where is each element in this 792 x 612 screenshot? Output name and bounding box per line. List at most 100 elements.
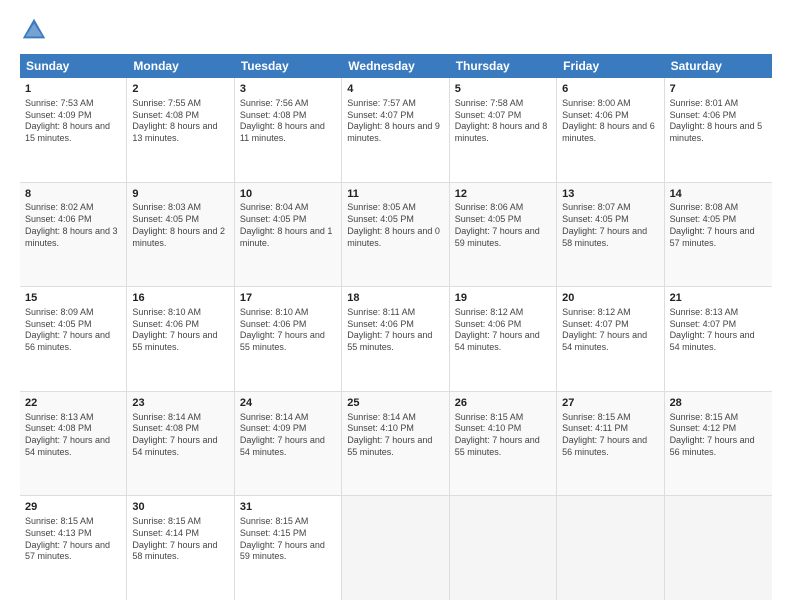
- day-info: Sunrise: 8:15 AMSunset: 4:13 PMDaylight:…: [25, 516, 121, 563]
- calendar-cell: 6Sunrise: 8:00 AMSunset: 4:06 PMDaylight…: [557, 78, 664, 182]
- calendar-cell: 16Sunrise: 8:10 AMSunset: 4:06 PMDayligh…: [127, 287, 234, 391]
- week-row-4: 22Sunrise: 8:13 AMSunset: 4:08 PMDayligh…: [20, 392, 772, 497]
- day-info: Sunrise: 8:06 AMSunset: 4:05 PMDaylight:…: [455, 202, 551, 249]
- day-number: 7: [670, 82, 767, 97]
- calendar-cell: 28Sunrise: 8:15 AMSunset: 4:12 PMDayligh…: [665, 392, 772, 496]
- header: [20, 16, 772, 44]
- day-info: Sunrise: 7:58 AMSunset: 4:07 PMDaylight:…: [455, 98, 551, 145]
- day-info: Sunrise: 8:04 AMSunset: 4:05 PMDaylight:…: [240, 202, 336, 249]
- calendar-cell: 25Sunrise: 8:14 AMSunset: 4:10 PMDayligh…: [342, 392, 449, 496]
- day-info: Sunrise: 8:13 AMSunset: 4:08 PMDaylight:…: [25, 412, 121, 459]
- calendar-cell: 29Sunrise: 8:15 AMSunset: 4:13 PMDayligh…: [20, 496, 127, 600]
- week-row-1: 1Sunrise: 7:53 AMSunset: 4:09 PMDaylight…: [20, 78, 772, 183]
- header-day-saturday: Saturday: [665, 54, 772, 78]
- week-row-3: 15Sunrise: 8:09 AMSunset: 4:05 PMDayligh…: [20, 287, 772, 392]
- day-number: 15: [25, 291, 121, 306]
- calendar-cell: 14Sunrise: 8:08 AMSunset: 4:05 PMDayligh…: [665, 183, 772, 287]
- day-number: 20: [562, 291, 658, 306]
- day-info: Sunrise: 8:03 AMSunset: 4:05 PMDaylight:…: [132, 202, 228, 249]
- day-info: Sunrise: 8:02 AMSunset: 4:06 PMDaylight:…: [25, 202, 121, 249]
- day-number: 4: [347, 82, 443, 97]
- day-number: 3: [240, 82, 336, 97]
- calendar-cell: 22Sunrise: 8:13 AMSunset: 4:08 PMDayligh…: [20, 392, 127, 496]
- logo-icon: [20, 16, 48, 44]
- day-info: Sunrise: 8:12 AMSunset: 4:07 PMDaylight:…: [562, 307, 658, 354]
- calendar: SundayMondayTuesdayWednesdayThursdayFrid…: [20, 54, 772, 600]
- calendar-cell: 10Sunrise: 8:04 AMSunset: 4:05 PMDayligh…: [235, 183, 342, 287]
- calendar-cell: [557, 496, 664, 600]
- day-number: 29: [25, 500, 121, 515]
- calendar-cell: 24Sunrise: 8:14 AMSunset: 4:09 PMDayligh…: [235, 392, 342, 496]
- week-row-5: 29Sunrise: 8:15 AMSunset: 4:13 PMDayligh…: [20, 496, 772, 600]
- day-number: 13: [562, 187, 658, 202]
- day-number: 25: [347, 396, 443, 411]
- calendar-body: 1Sunrise: 7:53 AMSunset: 4:09 PMDaylight…: [20, 78, 772, 600]
- calendar-header: SundayMondayTuesdayWednesdayThursdayFrid…: [20, 54, 772, 78]
- day-info: Sunrise: 8:05 AMSunset: 4:05 PMDaylight:…: [347, 202, 443, 249]
- day-number: 12: [455, 187, 551, 202]
- day-info: Sunrise: 8:00 AMSunset: 4:06 PMDaylight:…: [562, 98, 658, 145]
- calendar-cell: [342, 496, 449, 600]
- day-number: 9: [132, 187, 228, 202]
- day-number: 10: [240, 187, 336, 202]
- day-info: Sunrise: 8:11 AMSunset: 4:06 PMDaylight:…: [347, 307, 443, 354]
- calendar-cell: 30Sunrise: 8:15 AMSunset: 4:14 PMDayligh…: [127, 496, 234, 600]
- day-info: Sunrise: 8:15 AMSunset: 4:14 PMDaylight:…: [132, 516, 228, 563]
- calendar-cell: [665, 496, 772, 600]
- calendar-cell: 23Sunrise: 8:14 AMSunset: 4:08 PMDayligh…: [127, 392, 234, 496]
- calendar-cell: 18Sunrise: 8:11 AMSunset: 4:06 PMDayligh…: [342, 287, 449, 391]
- calendar-cell: 21Sunrise: 8:13 AMSunset: 4:07 PMDayligh…: [665, 287, 772, 391]
- calendar-cell: 17Sunrise: 8:10 AMSunset: 4:06 PMDayligh…: [235, 287, 342, 391]
- day-number: 22: [25, 396, 121, 411]
- day-info: Sunrise: 8:13 AMSunset: 4:07 PMDaylight:…: [670, 307, 767, 354]
- week-row-2: 8Sunrise: 8:02 AMSunset: 4:06 PMDaylight…: [20, 183, 772, 288]
- calendar-cell: 8Sunrise: 8:02 AMSunset: 4:06 PMDaylight…: [20, 183, 127, 287]
- calendar-cell: 20Sunrise: 8:12 AMSunset: 4:07 PMDayligh…: [557, 287, 664, 391]
- day-info: Sunrise: 8:14 AMSunset: 4:08 PMDaylight:…: [132, 412, 228, 459]
- calendar-cell: 19Sunrise: 8:12 AMSunset: 4:06 PMDayligh…: [450, 287, 557, 391]
- day-number: 16: [132, 291, 228, 306]
- day-number: 26: [455, 396, 551, 411]
- calendar-cell: 3Sunrise: 7:56 AMSunset: 4:08 PMDaylight…: [235, 78, 342, 182]
- day-number: 17: [240, 291, 336, 306]
- calendar-cell: 5Sunrise: 7:58 AMSunset: 4:07 PMDaylight…: [450, 78, 557, 182]
- calendar-cell: 1Sunrise: 7:53 AMSunset: 4:09 PMDaylight…: [20, 78, 127, 182]
- logo: [20, 16, 52, 44]
- day-info: Sunrise: 8:08 AMSunset: 4:05 PMDaylight:…: [670, 202, 767, 249]
- day-info: Sunrise: 8:01 AMSunset: 4:06 PMDaylight:…: [670, 98, 767, 145]
- day-number: 14: [670, 187, 767, 202]
- day-number: 27: [562, 396, 658, 411]
- day-info: Sunrise: 7:55 AMSunset: 4:08 PMDaylight:…: [132, 98, 228, 145]
- day-number: 21: [670, 291, 767, 306]
- day-info: Sunrise: 8:10 AMSunset: 4:06 PMDaylight:…: [240, 307, 336, 354]
- day-number: 28: [670, 396, 767, 411]
- header-day-monday: Monday: [127, 54, 234, 78]
- day-number: 31: [240, 500, 336, 515]
- calendar-cell: 31Sunrise: 8:15 AMSunset: 4:15 PMDayligh…: [235, 496, 342, 600]
- day-number: 2: [132, 82, 228, 97]
- calendar-cell: 13Sunrise: 8:07 AMSunset: 4:05 PMDayligh…: [557, 183, 664, 287]
- day-number: 23: [132, 396, 228, 411]
- day-number: 8: [25, 187, 121, 202]
- calendar-cell: 7Sunrise: 8:01 AMSunset: 4:06 PMDaylight…: [665, 78, 772, 182]
- calendar-cell: 27Sunrise: 8:15 AMSunset: 4:11 PMDayligh…: [557, 392, 664, 496]
- header-day-wednesday: Wednesday: [342, 54, 449, 78]
- day-number: 5: [455, 82, 551, 97]
- day-number: 30: [132, 500, 228, 515]
- day-info: Sunrise: 8:10 AMSunset: 4:06 PMDaylight:…: [132, 307, 228, 354]
- day-info: Sunrise: 7:57 AMSunset: 4:07 PMDaylight:…: [347, 98, 443, 145]
- day-number: 24: [240, 396, 336, 411]
- calendar-cell: 26Sunrise: 8:15 AMSunset: 4:10 PMDayligh…: [450, 392, 557, 496]
- day-info: Sunrise: 8:15 AMSunset: 4:12 PMDaylight:…: [670, 412, 767, 459]
- day-number: 6: [562, 82, 658, 97]
- page: SundayMondayTuesdayWednesdayThursdayFrid…: [0, 0, 792, 612]
- header-day-sunday: Sunday: [20, 54, 127, 78]
- calendar-cell: [450, 496, 557, 600]
- day-number: 19: [455, 291, 551, 306]
- day-info: Sunrise: 8:07 AMSunset: 4:05 PMDaylight:…: [562, 202, 658, 249]
- day-number: 18: [347, 291, 443, 306]
- day-info: Sunrise: 8:14 AMSunset: 4:10 PMDaylight:…: [347, 412, 443, 459]
- day-info: Sunrise: 7:56 AMSunset: 4:08 PMDaylight:…: [240, 98, 336, 145]
- day-info: Sunrise: 7:53 AMSunset: 4:09 PMDaylight:…: [25, 98, 121, 145]
- day-info: Sunrise: 8:14 AMSunset: 4:09 PMDaylight:…: [240, 412, 336, 459]
